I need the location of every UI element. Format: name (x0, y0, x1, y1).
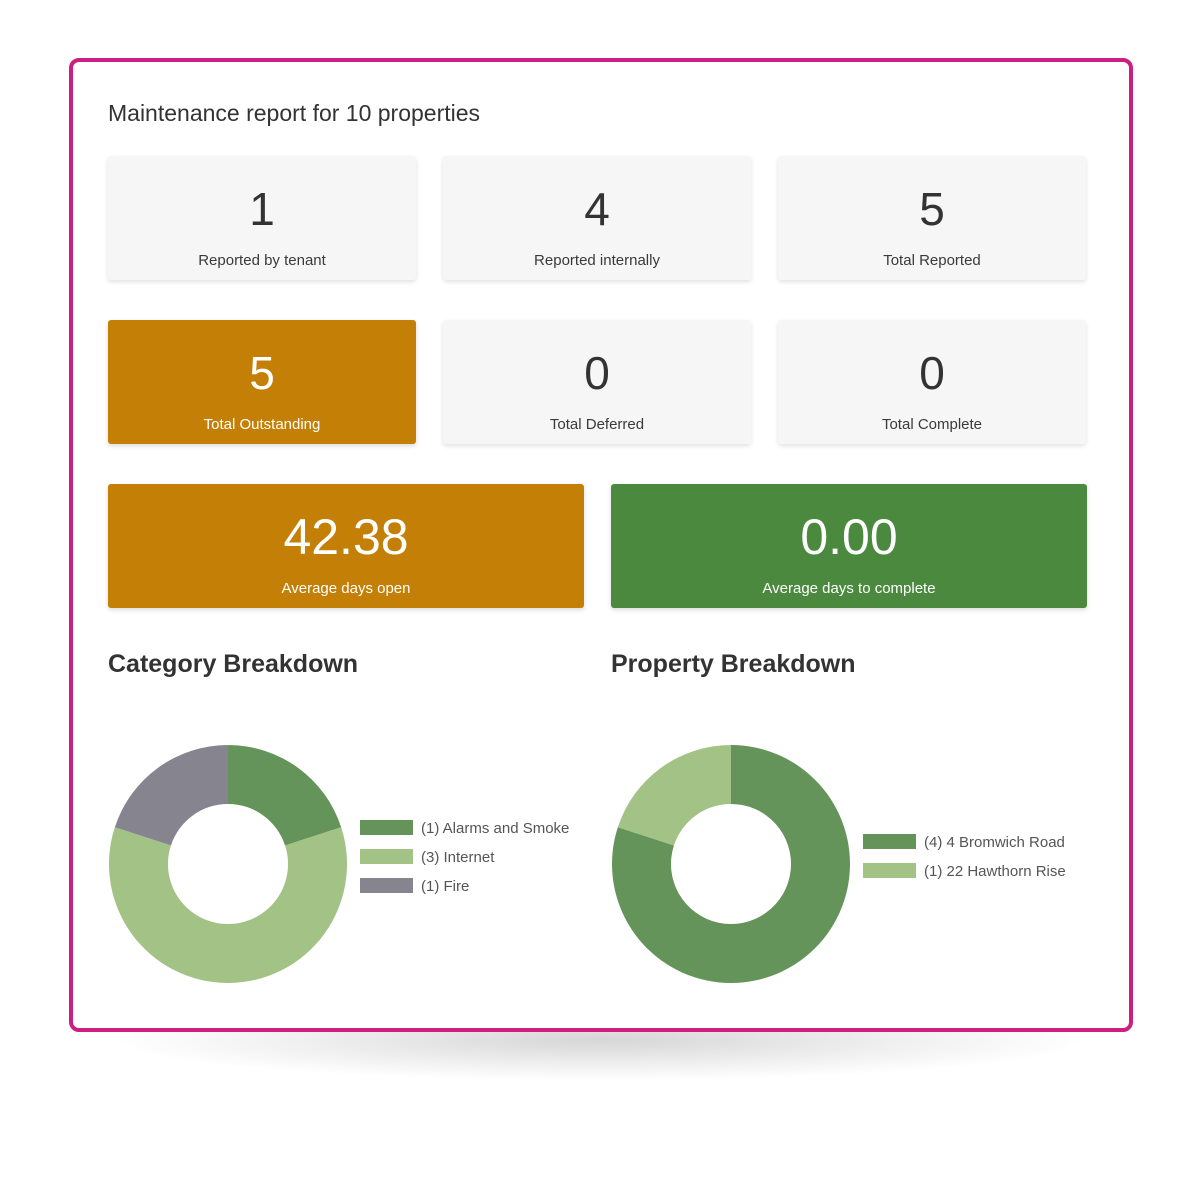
stat-label: Average days to complete (762, 580, 936, 597)
donut-slice (108, 827, 347, 983)
stat-value: 5 (249, 347, 275, 399)
stat-label: Reported by tenant (198, 252, 326, 269)
legend-label: (1) Fire (421, 878, 469, 895)
category-breakdown-title: Category Breakdown (108, 650, 359, 678)
stat-label: Average days open (281, 580, 411, 597)
legend-label: (4) 4 Bromwich Road (924, 834, 1065, 851)
stat-average-days-open: 42.38 Average days open (108, 484, 584, 608)
stat-label: Reported internally (534, 252, 660, 269)
donut-slice (228, 745, 342, 846)
legend-swatch (360, 820, 413, 835)
stat-label: Total Complete (881, 416, 983, 433)
stat-reported-by-tenant: 1 Reported by tenant (108, 156, 416, 280)
legend-label: (3) Internet (421, 849, 495, 866)
stat-value: 4 (584, 183, 610, 235)
donut-slice (617, 745, 731, 846)
stat-label: Total Deferred (549, 416, 645, 433)
stat-label: Total Outstanding (203, 416, 321, 433)
stage: Maintenance report for 10 properties 1 R… (0, 0, 1200, 1200)
stat-value: 1 (249, 183, 275, 235)
stat-total-reported: 5 Total Reported (778, 156, 1086, 280)
legend-swatch (863, 834, 916, 849)
legend-label: (1) Alarms and Smoke (421, 820, 569, 837)
stat-average-days-to-complete: 0.00 Average days to complete (611, 484, 1087, 608)
stat-value: 0 (919, 347, 945, 399)
property-breakdown-chart: (4) 4 Bromwich Road (1) 22 Hawthorn Rise (612, 745, 1066, 984)
stat-value: 5 (919, 183, 945, 235)
stat-value: 0 (584, 347, 610, 399)
donut-slice (114, 745, 228, 846)
stat-reported-internally: 4 Reported internally (443, 156, 751, 280)
category-breakdown-chart: (1) Alarms and Smoke (3) Internet (1) Fire (108, 745, 569, 983)
report-title: Maintenance report for 10 properties (108, 100, 481, 126)
stat-total-outstanding: 5 Total Outstanding (108, 320, 416, 444)
legend-swatch (360, 849, 413, 864)
stat-total-deferred: 0 Total Deferred (443, 320, 751, 444)
stat-value: 0.00 (800, 509, 898, 565)
stat-total-complete: 0 Total Complete (778, 320, 1086, 444)
legend-label: (1) 22 Hawthorn Rise (924, 863, 1066, 880)
report-card: Maintenance report for 10 properties 1 R… (69, 58, 1133, 1032)
stat-label: Total Reported (883, 252, 981, 269)
legend-swatch (863, 863, 916, 878)
legend-swatch (360, 878, 413, 893)
stat-value: 42.38 (283, 509, 409, 565)
property-breakdown-title: Property Breakdown (611, 650, 856, 678)
